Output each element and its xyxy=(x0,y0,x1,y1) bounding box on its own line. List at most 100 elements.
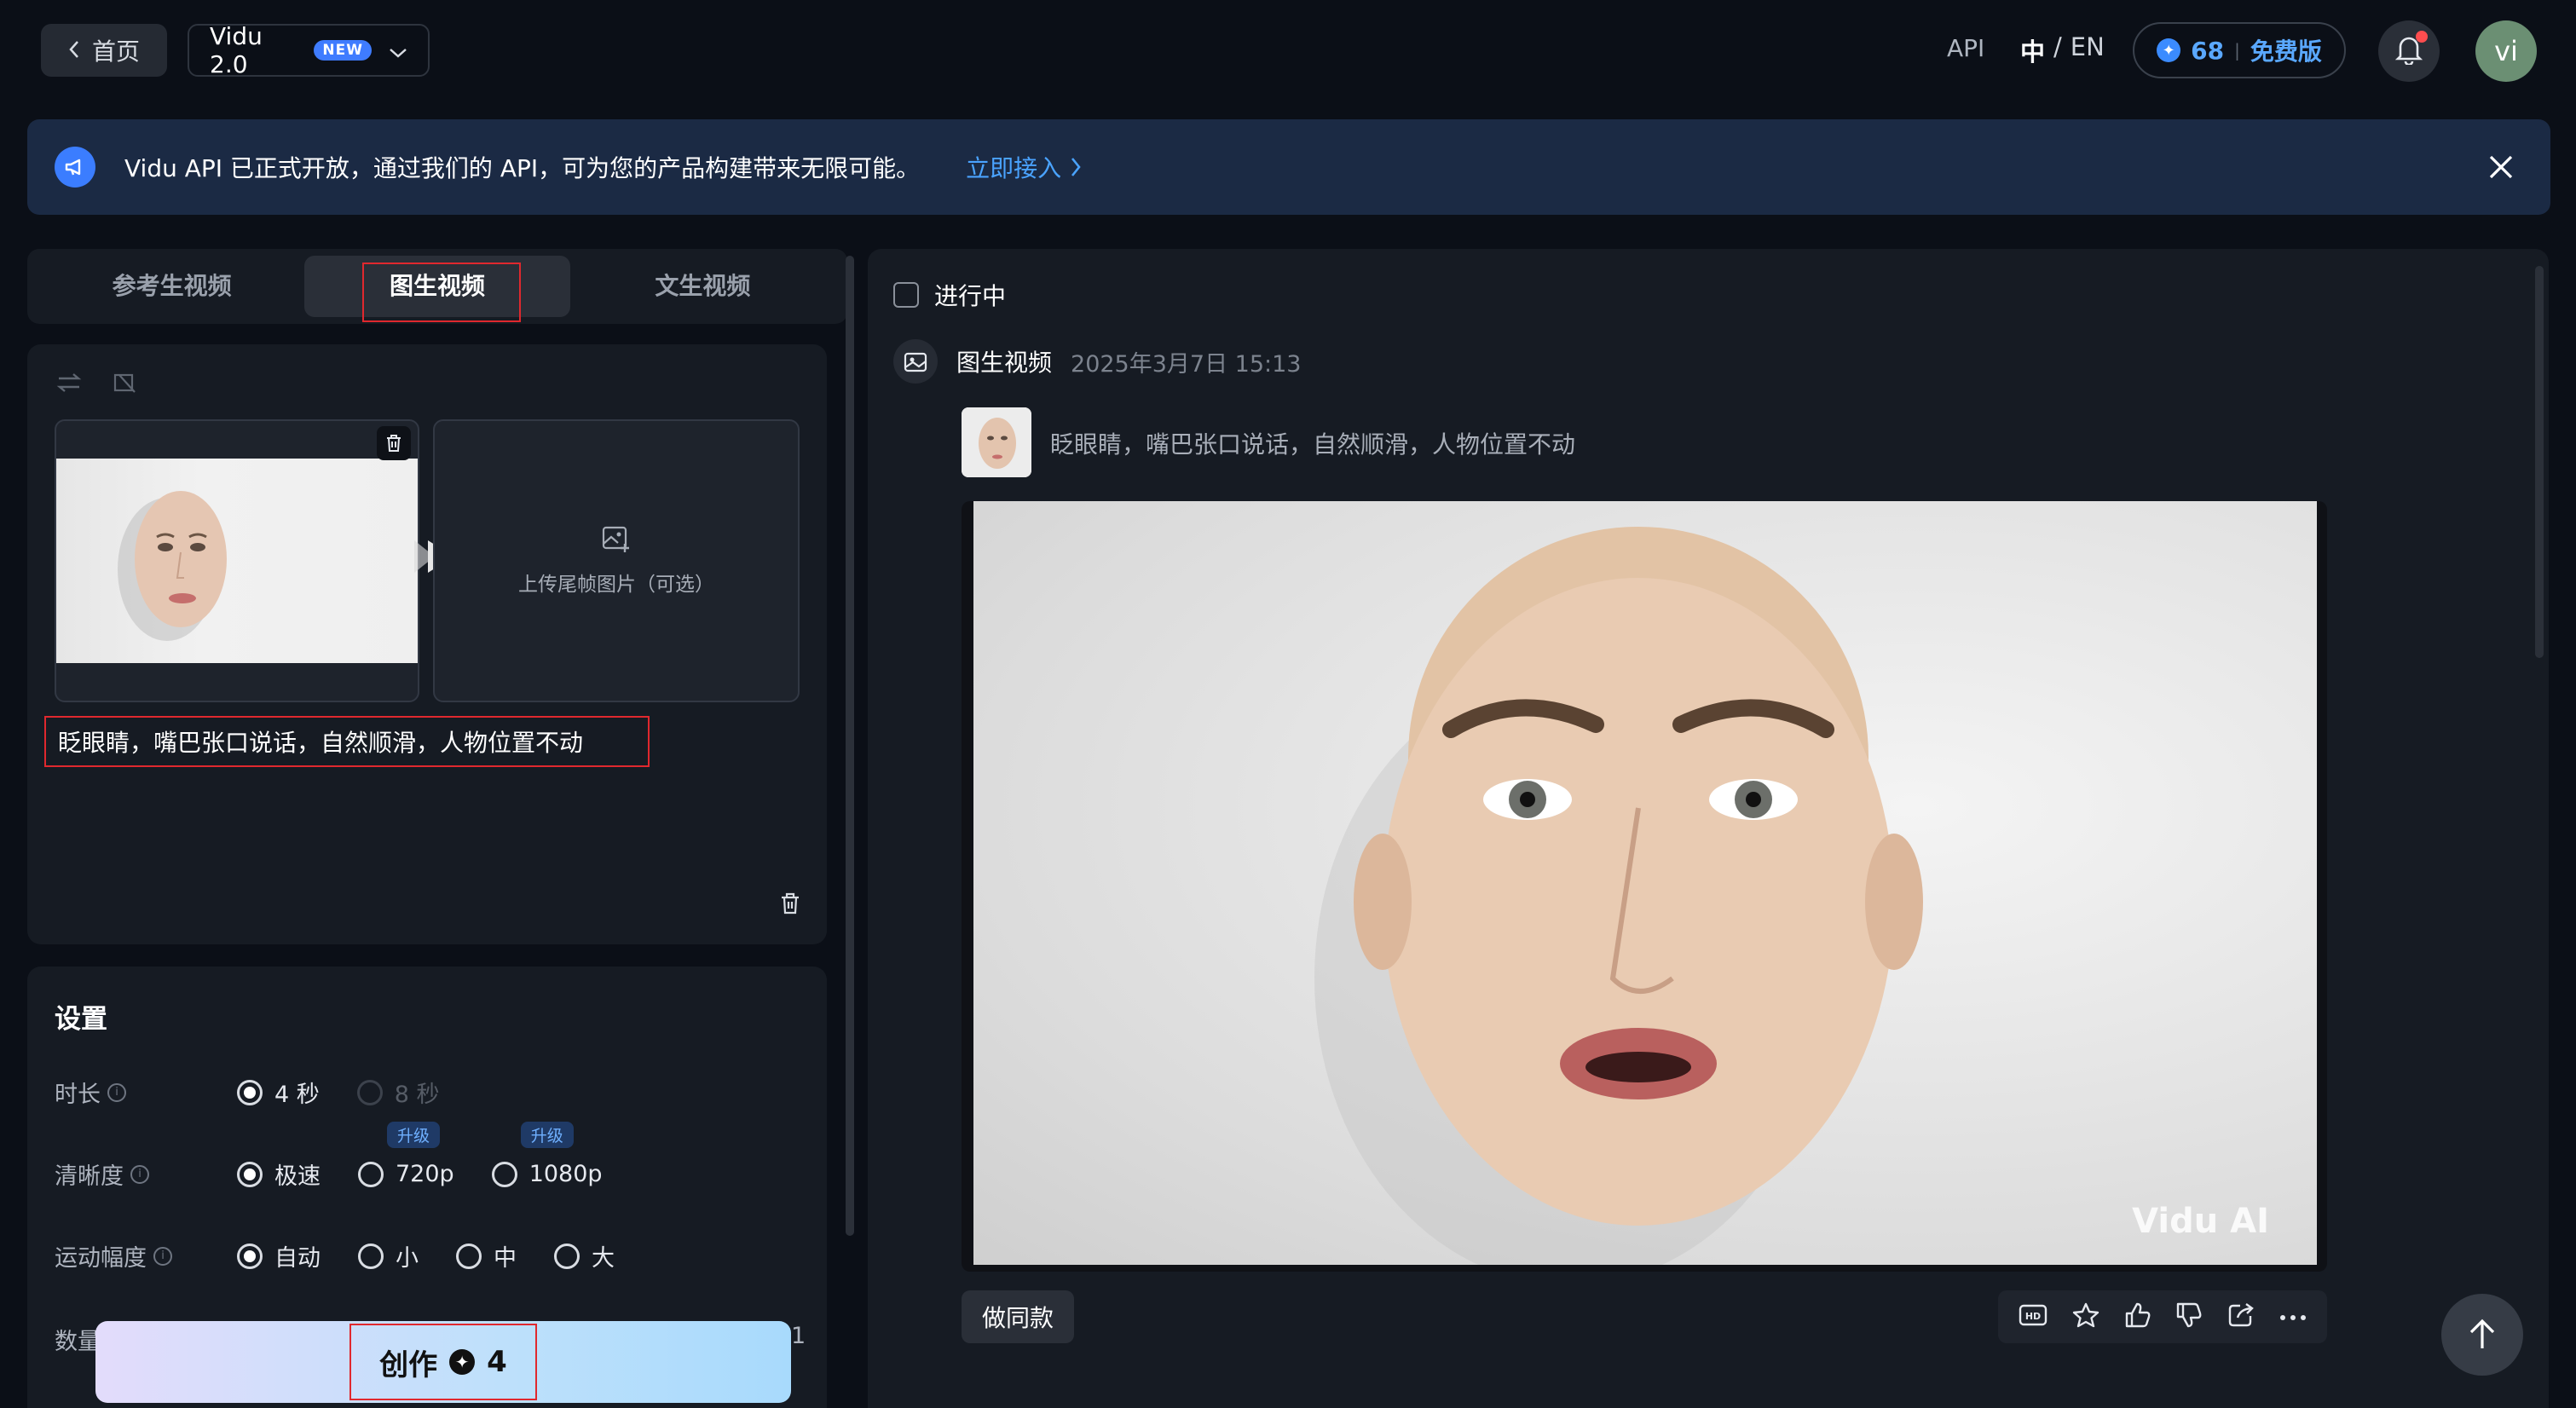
hd-icon[interactable]: HD xyxy=(2018,1302,2048,1331)
image-add-icon xyxy=(602,526,629,552)
credits-pill[interactable]: ✦ 68 | 免费版 xyxy=(2133,22,2346,78)
home-label: 首页 xyxy=(91,38,140,66)
resolution-label: 清晰度 i xyxy=(55,1157,237,1191)
share-icon[interactable] xyxy=(2227,1301,2255,1332)
banner-text: Vidu API 已正式开放，通过我们的 API，可为您的产品构建带来无限可能。 xyxy=(124,154,921,182)
create-cost: 4 xyxy=(487,1345,507,1379)
end-frame-upload[interactable]: 上传尾帧图片（可选） xyxy=(433,419,800,702)
left-scrollbar[interactable] xyxy=(846,256,854,1236)
arrow-up-icon xyxy=(2469,1319,2495,1348)
banner-link[interactable]: 立即接入 xyxy=(966,150,1082,184)
info-icon[interactable]: i xyxy=(153,1246,172,1266)
thumbs-down-icon[interactable] xyxy=(2175,1301,2203,1332)
home-button[interactable]: 首页 xyxy=(41,24,167,77)
lang-en[interactable]: EN xyxy=(2071,32,2105,68)
back-to-top-button[interactable] xyxy=(2441,1294,2523,1376)
crop-icon[interactable] xyxy=(113,372,138,399)
duration-option-label: 8 秒 xyxy=(394,1082,440,1108)
info-icon[interactable]: i xyxy=(130,1164,149,1184)
radio-icon xyxy=(358,1243,384,1269)
motion-option-label: 小 xyxy=(396,1245,419,1272)
motion-option-medium[interactable]: 中 xyxy=(456,1239,517,1272)
lang-separator: / xyxy=(2053,32,2062,61)
language-switch[interactable]: 中 / EN xyxy=(2020,32,2105,68)
new-badge: NEW xyxy=(314,40,372,61)
radio-icon xyxy=(237,1161,263,1187)
motion-option-label: 大 xyxy=(592,1245,615,1272)
results-scrollbar[interactable] xyxy=(2535,266,2544,658)
video-watermark: Vidu AI xyxy=(2132,1202,2269,1241)
tab-text-to-video[interactable]: 文生视频 xyxy=(570,256,835,317)
source-thumbnail[interactable] xyxy=(962,407,1031,477)
more-icon[interactable] xyxy=(2279,1309,2307,1325)
clear-prompt-button[interactable] xyxy=(779,892,801,919)
tab-reference-video[interactable]: 参考生视频 xyxy=(39,256,304,317)
upgrade-badge[interactable]: 升级 xyxy=(520,1122,574,1148)
video-player[interactable]: Vidu AI xyxy=(962,501,2327,1272)
in-progress-filter[interactable]: 进行中 xyxy=(893,278,1006,312)
resolution-option-720p[interactable]: 升级 720p xyxy=(358,1122,454,1187)
banner-link-label: 立即接入 xyxy=(966,154,1062,182)
create-button[interactable]: 创作 ✦ 4 xyxy=(95,1321,791,1403)
motion-option-auto[interactable]: 自动 xyxy=(237,1239,321,1272)
in-progress-label: 进行中 xyxy=(934,282,1007,310)
notification-button[interactable] xyxy=(2378,20,2440,82)
duration-row: 时长 i 4 秒 8 秒 xyxy=(55,1076,477,1109)
radio-icon xyxy=(456,1243,482,1269)
results-panel: 进行中 图生视频 2025年3月7日 15:13 眨眼睛，嘴巴张口说话，自然顺滑… xyxy=(868,249,2549,1408)
chevron-left-icon xyxy=(68,37,80,65)
quantity-label: 数量 xyxy=(55,1329,101,1355)
resolution-option-1080p[interactable]: 升级 1080p xyxy=(491,1122,603,1187)
radio-icon xyxy=(358,1161,384,1187)
credits-count: 68 xyxy=(2191,36,2225,65)
svg-text:HD: HD xyxy=(2025,1311,2041,1322)
settings-title: 设置 xyxy=(55,1004,107,1035)
upload-tools xyxy=(56,372,138,399)
generation-date: 2025年3月7日 15:13 xyxy=(1071,350,1302,378)
quantity-value: 1 xyxy=(791,1323,806,1349)
generation-type: 图生视频 xyxy=(956,349,1053,377)
motion-option-large[interactable]: 大 xyxy=(554,1239,615,1272)
chevron-down-icon xyxy=(389,37,407,65)
megaphone-icon xyxy=(55,147,95,188)
same-style-button[interactable]: 做同款 xyxy=(962,1290,1074,1343)
resolution-label-text: 清晰度 xyxy=(55,1163,124,1190)
resolution-option-fast[interactable]: 极速 xyxy=(237,1157,321,1191)
lang-zh[interactable]: 中 xyxy=(2020,32,2045,68)
motion-option-label: 中 xyxy=(494,1245,517,1272)
info-icon[interactable]: i xyxy=(107,1082,126,1102)
duration-option-8s: 8 秒 xyxy=(356,1076,440,1109)
model-select[interactable]: Vidu 2.0 NEW xyxy=(188,22,430,78)
create-label: 创作 xyxy=(379,1347,438,1382)
star-icon[interactable] xyxy=(2071,1301,2100,1332)
thumbs-up-icon[interactable] xyxy=(2123,1301,2152,1332)
swap-icon[interactable] xyxy=(56,372,82,399)
motion-option-label: 自动 xyxy=(274,1245,321,1272)
duration-option-label: 4 秒 xyxy=(274,1082,320,1108)
api-link[interactable]: API xyxy=(1947,34,1984,62)
credit-coin-icon: ✦ xyxy=(449,1349,476,1375)
motion-label-text: 运动幅度 xyxy=(55,1245,147,1272)
radio-icon xyxy=(237,1243,263,1269)
tab-image-to-video[interactable]: 图生视频 xyxy=(304,256,570,322)
video-actions: HD xyxy=(1998,1290,2327,1343)
generation-prompt: 眨眼睛，嘴巴张口说话，自然顺滑，人物位置不动 xyxy=(1050,430,1576,459)
announcement-banner: Vidu API 已正式开放，通过我们的 API，可为您的产品构建带来无限可能。… xyxy=(27,119,2550,215)
credits-separator: | xyxy=(2234,40,2240,61)
first-frame-slot[interactable] xyxy=(55,419,419,702)
duration-option-4s[interactable]: 4 秒 xyxy=(237,1076,320,1109)
motion-option-small[interactable]: 小 xyxy=(358,1239,419,1272)
radio-icon xyxy=(554,1243,580,1269)
avatar[interactable]: vi xyxy=(2475,20,2537,82)
mode-tabs: 参考生视频 图生视频 文生视频 xyxy=(27,249,847,324)
radio-icon xyxy=(356,1079,383,1105)
plan-label: 免费版 xyxy=(2250,38,2322,66)
close-icon[interactable] xyxy=(2482,148,2520,186)
prompt-input[interactable]: 眨眼睛，嘴巴张口说话，自然顺滑，人物位置不动 xyxy=(44,716,650,767)
duration-label-text: 时长 xyxy=(55,1082,101,1108)
radio-icon xyxy=(237,1079,263,1105)
delete-first-frame-button[interactable] xyxy=(377,426,411,460)
upgrade-badge[interactable]: 升级 xyxy=(387,1122,441,1148)
radio-icon xyxy=(491,1161,517,1187)
checkbox[interactable] xyxy=(893,282,919,308)
